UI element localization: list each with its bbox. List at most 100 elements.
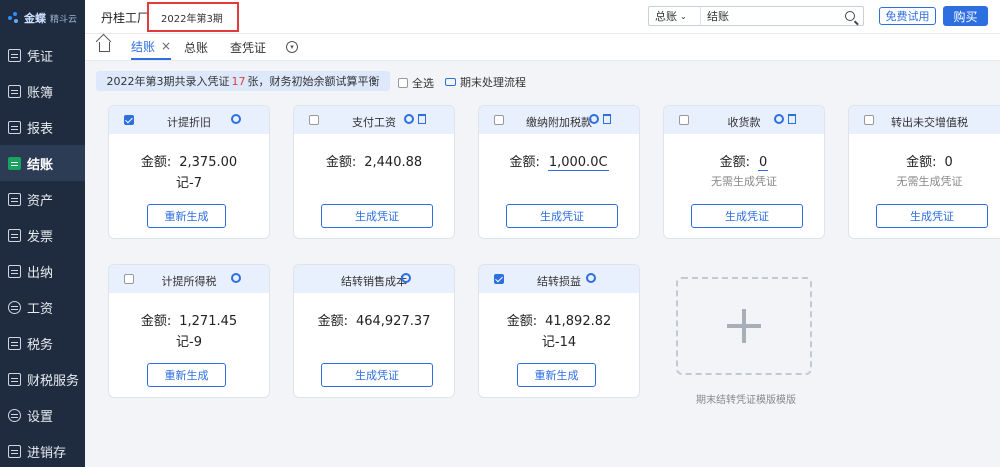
close-icon[interactable]: × xyxy=(161,39,171,53)
search-icon[interactable] xyxy=(845,11,855,21)
card-header: 结转销售成本 xyxy=(294,265,454,293)
sidebar-item-tax[interactable]: 税务 xyxy=(0,325,85,361)
period-end-flow-link[interactable]: 期末处理流程 xyxy=(445,74,526,90)
sidebar-item-label: 资产 xyxy=(27,193,54,209)
regenerate-button[interactable]: 重新生成 xyxy=(517,363,596,387)
amount-value: 41,892.82 xyxy=(545,314,612,329)
sidebar-item-settings[interactable]: 设置 xyxy=(0,397,85,433)
tab-label: 总账 xyxy=(184,40,209,55)
gear-icon[interactable] xyxy=(231,273,241,283)
regenerate-button[interactable]: 重新生成 xyxy=(147,204,226,228)
gear-icon[interactable] xyxy=(231,114,241,124)
select-all-checkbox[interactable] xyxy=(398,78,408,88)
trash-icon[interactable] xyxy=(603,114,611,124)
sidebar-item-service[interactable]: 财税服务 xyxy=(0,361,85,397)
gear-icon[interactable] xyxy=(589,114,599,124)
tab-general-ledger[interactable]: 总账 xyxy=(184,34,208,60)
card-title: 转出未交增值税 xyxy=(891,116,968,129)
select-all-label: 全选 xyxy=(412,77,434,90)
gear-icon[interactable] xyxy=(404,114,414,124)
trash-icon[interactable] xyxy=(418,114,426,124)
generate-voucher-button[interactable]: 生成凭证 xyxy=(691,204,803,228)
sidebar-item-label: 进销存 xyxy=(27,445,67,461)
closing-card: 转出未交增值税 金额: 0 无需生成凭证 生成凭证 xyxy=(848,105,1000,239)
card-title: 计提所得税 xyxy=(161,275,217,288)
amount-input[interactable]: 1,000.0C xyxy=(547,155,609,171)
card-title: 缴纳附加税款 xyxy=(526,116,592,129)
generate-voucher-button[interactable]: 生成凭证 xyxy=(321,204,433,228)
sidebar-item-voucher[interactable]: 凭证 xyxy=(0,37,85,73)
amount-value: 2,440.88 xyxy=(364,155,423,170)
generate-voucher-button[interactable]: 生成凭证 xyxy=(321,363,433,387)
add-template-label: 期末结转凭证模版模版 xyxy=(696,395,796,406)
closing-card: 支付工资 金额: 2,440.88 生成凭证 xyxy=(293,105,455,239)
closing-card: 结转损益 金额: 41,892.82 记-14 重新生成 xyxy=(478,264,640,398)
sidebar-item-label: 发票 xyxy=(27,229,54,245)
gear-icon[interactable] xyxy=(401,273,411,283)
home-icon[interactable] xyxy=(99,42,110,52)
voucher-count: 17 xyxy=(231,74,246,88)
tab-more-icon[interactable]: ▾ xyxy=(286,41,298,53)
search-scope-select[interactable]: 总账 ⌄ xyxy=(649,7,701,25)
book-icon xyxy=(8,84,21,98)
trash-icon[interactable] xyxy=(788,114,796,124)
flow-label: 期末处理流程 xyxy=(460,76,526,89)
sidebar-item-report[interactable]: 报表 xyxy=(0,109,85,145)
top-header: 丹桂工厂 2022年第3期 总账 ⌄ 结账 免费试用 购买 xyxy=(85,0,1000,34)
sidebar-item-invoice[interactable]: 发票 xyxy=(0,217,85,253)
tax-icon xyxy=(8,336,21,350)
video-icon xyxy=(445,78,456,86)
add-template-button[interactable] xyxy=(676,277,812,375)
amount-label: 金额: xyxy=(506,314,538,329)
closing-card: 收货款 金额: 0 无需生成凭证 生成凭证 xyxy=(663,105,825,239)
tab-closing[interactable]: 结账 × xyxy=(131,34,172,60)
plus-icon xyxy=(727,309,761,343)
sidebar-item-closing[interactable]: 结账 xyxy=(0,145,85,181)
gear-icon[interactable] xyxy=(586,273,596,283)
amount-label: 金额: xyxy=(140,155,172,170)
no-voucher-needed: 无需生成凭证 xyxy=(896,175,963,188)
free-trial-button[interactable]: 免费试用 xyxy=(879,7,936,25)
buy-button[interactable]: 购买 xyxy=(943,6,988,26)
card-header: 计提所得税 xyxy=(109,265,269,293)
sidebar-item-asset[interactable]: 资产 xyxy=(0,181,85,217)
search-input[interactable]: 结账 xyxy=(701,8,845,24)
sidebar-item-ledger[interactable]: 账簿 xyxy=(0,73,85,109)
logo-sub: 精斗云 xyxy=(50,14,78,25)
asset-icon xyxy=(8,192,21,206)
card-header: 缴纳附加税款 xyxy=(479,106,639,134)
tab-voucher-query[interactable]: 查凭证 xyxy=(230,34,266,60)
sidebar-item-inventory[interactable]: 进销存 xyxy=(0,433,85,467)
logo[interactable]: 金蝶 精斗云 xyxy=(0,0,85,36)
voucher-number: 记-9 xyxy=(176,335,202,350)
closing-card: 缴纳附加税款 金额: 1,000.0C 生成凭证 xyxy=(478,105,640,239)
service-icon xyxy=(8,372,21,386)
chevron-down-icon: ⌄ xyxy=(680,11,687,21)
card-title: 收货款 xyxy=(727,116,761,129)
amount-label: 金额: xyxy=(719,155,751,170)
amount-input[interactable]: 0 xyxy=(758,155,769,171)
logo-name: 金蝶 xyxy=(24,12,46,25)
regenerate-button[interactable]: 重新生成 xyxy=(147,363,226,387)
sidebar-item-cashier[interactable]: 出纳 xyxy=(0,253,85,289)
summary-prefix: 2022年第3期共录入凭证 xyxy=(106,75,230,88)
period-selector[interactable]: 2022年第3期 xyxy=(147,2,239,32)
salary-icon xyxy=(8,300,21,314)
card-header: 结转损益 xyxy=(479,265,639,293)
report-icon xyxy=(8,120,21,134)
sidebar-item-label: 报表 xyxy=(27,121,54,137)
generate-voucher-button[interactable]: 生成凭证 xyxy=(506,204,618,228)
sidebar-item-label: 账簿 xyxy=(27,85,54,101)
tab-bar: 结账 × 总账 查凭证 ▾ xyxy=(85,34,1000,61)
card-title: 结转销售成本 xyxy=(341,275,407,288)
gear-icon[interactable] xyxy=(774,114,784,124)
voucher-number: 记-7 xyxy=(176,176,202,191)
select-all[interactable]: 全选 xyxy=(398,75,434,91)
cashier-icon xyxy=(8,264,21,278)
closing-icon xyxy=(8,156,21,170)
voucher-summary: 2022年第3期共录入凭证 17 张，财务初始余额试算平衡 xyxy=(96,71,390,91)
sidebar-item-label: 设置 xyxy=(27,409,54,425)
generate-voucher-button[interactable]: 生成凭证 xyxy=(876,204,988,228)
company-name[interactable]: 丹桂工厂 xyxy=(101,9,149,26)
sidebar-item-salary[interactable]: 工资 xyxy=(0,289,85,325)
